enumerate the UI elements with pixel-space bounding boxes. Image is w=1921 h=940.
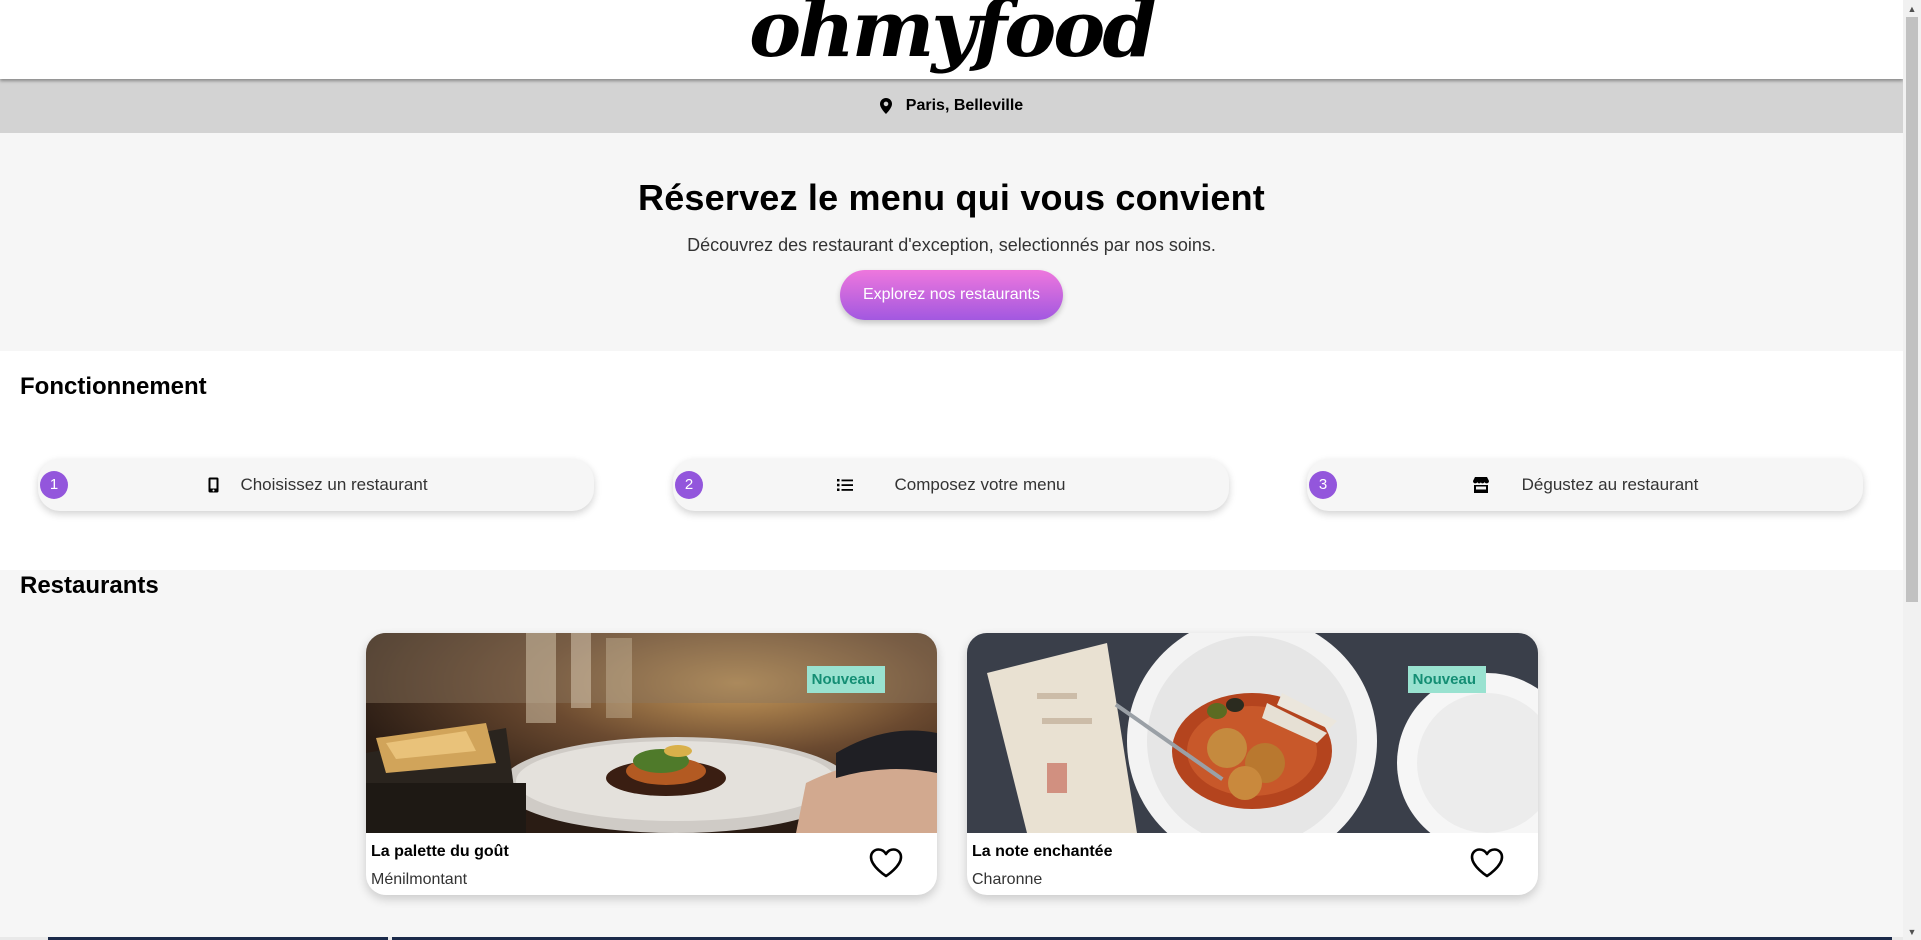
vertical-scrollbar[interactable]: ▲ ▼: [1903, 0, 1921, 940]
heart-icon[interactable]: [1470, 847, 1504, 879]
scroll-down-arrow-icon[interactable]: ▼: [1903, 923, 1921, 940]
step-number: 2: [675, 471, 703, 499]
store-icon: [1472, 476, 1490, 494]
restaurant-area: Ménilmontant: [371, 871, 468, 888]
step-number: 3: [1309, 471, 1337, 499]
hero-title: Réservez le menu qui vous convient: [638, 177, 1265, 218]
list-icon: [836, 476, 854, 494]
step-label: Choisissez un restaurant: [240, 475, 428, 494]
site-header: ohmyfood: [0, 0, 1903, 79]
restaurant-photo: Nouveau: [967, 633, 1538, 833]
section-title: Fonctionnement: [20, 373, 207, 400]
step-3: 3 Dégustez au restaurant: [1307, 459, 1863, 511]
heart-icon[interactable]: [869, 847, 903, 879]
scrollbar-thumb[interactable]: [1906, 17, 1918, 602]
hero-subtitle: Découvrez des restaurant d'exception, se…: [687, 235, 1216, 255]
step-2: 2 Composez votre menu: [673, 459, 1229, 511]
hero-section: Réservez le menu qui vous convient Décou…: [0, 133, 1903, 351]
section-title: Restaurants: [20, 572, 159, 599]
restaurants-section: Restaurants Nouveau La palette du goût M…: [0, 570, 1903, 940]
how-it-works-section: Fonctionnement 1 Choisissez un restauran…: [0, 351, 1903, 570]
new-badge: Nouveau: [806, 666, 885, 693]
logo[interactable]: ohmyfood: [749, 0, 1157, 69]
smartphone-icon: [204, 476, 222, 494]
location-bar: Paris, Belleville: [0, 79, 1903, 133]
explore-restaurants-button[interactable]: Explorez nos restaurants: [840, 270, 1063, 320]
step-1: 1 Choisissez un restaurant: [38, 459, 594, 511]
page: ohmyfood Paris, Belleville Réservez le m…: [0, 0, 1903, 940]
restaurant-card[interactable]: Nouveau La note enchantée Charonne: [967, 633, 1538, 895]
scroll-up-arrow-icon[interactable]: ▲: [1903, 0, 1921, 17]
location-text: Paris, Belleville: [905, 97, 1024, 114]
step-label: Composez votre menu: [894, 475, 1066, 494]
step-number: 1: [40, 471, 68, 499]
map-pin-icon: [879, 98, 892, 114]
new-badge: Nouveau: [1407, 666, 1486, 693]
restaurant-card[interactable]: Nouveau La palette du goût Ménilmontant: [366, 633, 937, 895]
restaurant-photo: Nouveau: [366, 633, 937, 833]
restaurant-name: La palette du goût: [371, 843, 509, 860]
restaurant-area: Charonne: [972, 871, 1043, 888]
restaurant-name: La note enchantée: [972, 843, 1113, 860]
step-label: Dégustez au restaurant: [1521, 475, 1699, 494]
